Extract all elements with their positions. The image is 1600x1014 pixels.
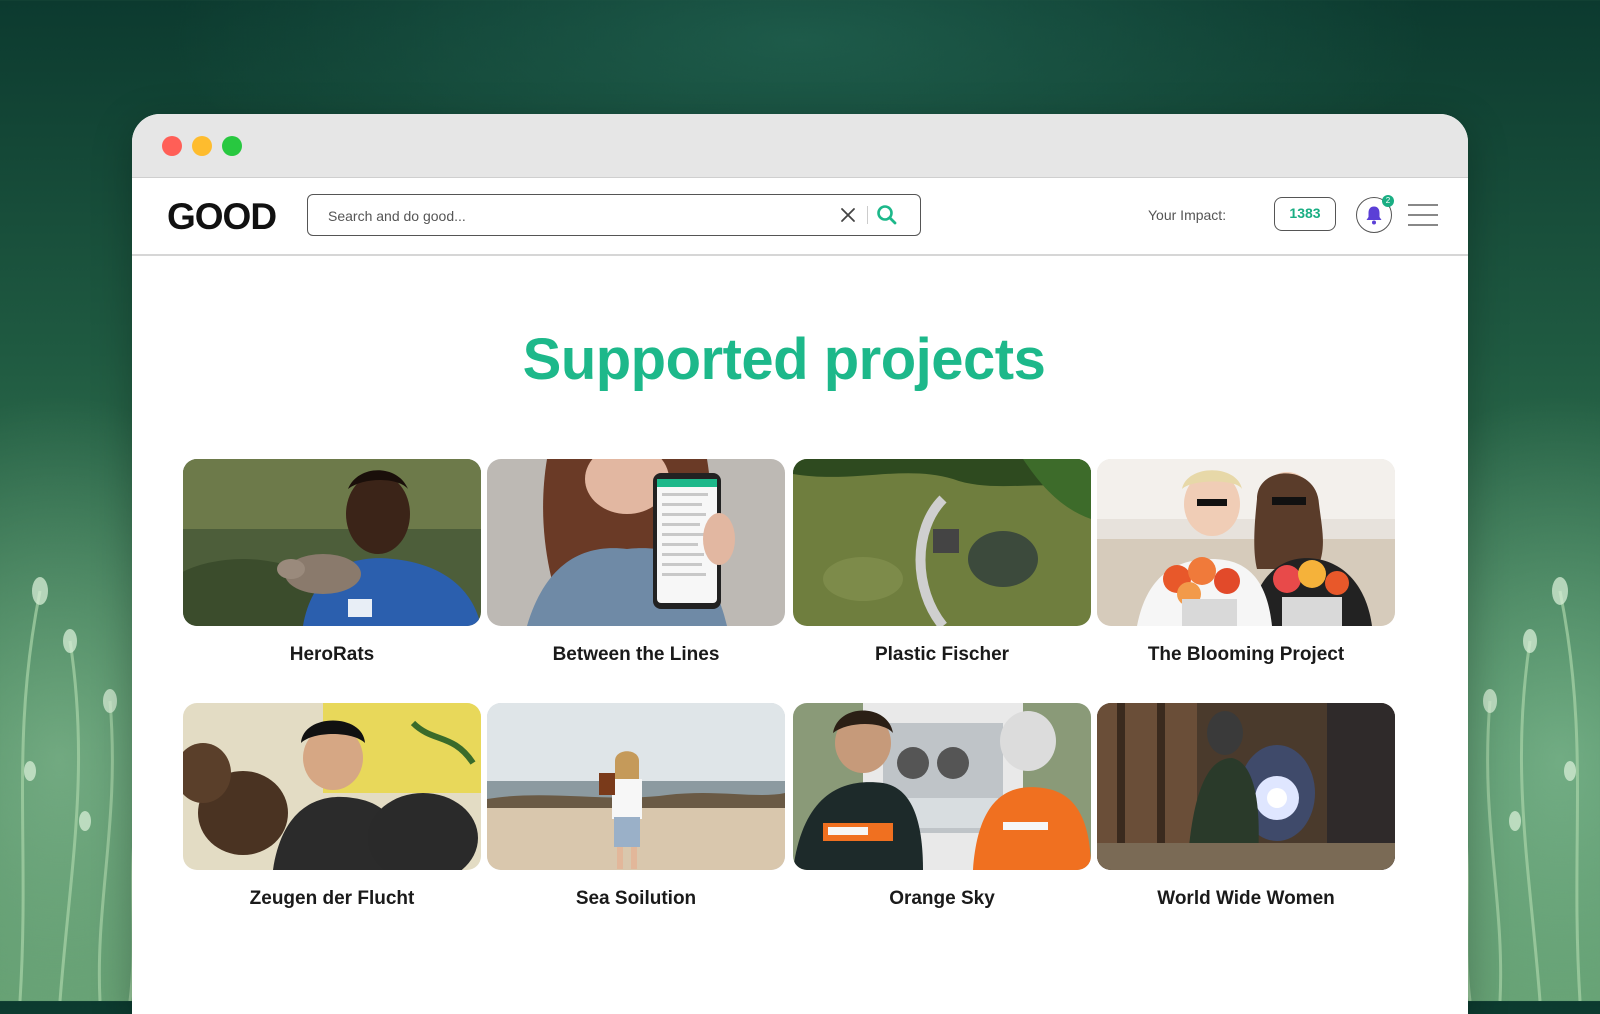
notification-count-badge: 2 <box>1382 195 1394 207</box>
project-name[interactable]: Plastic Fischer <box>793 644 1091 666</box>
page-title: Supported projects <box>522 327 1046 392</box>
project-card-between-the-lines[interactable]: Between the Lines <box>487 459 785 666</box>
project-name[interactable]: Zeugen der Flucht <box>183 888 481 910</box>
good-logo[interactable]: GOOD <box>167 197 277 237</box>
project-name[interactable]: Between the Lines <box>487 644 785 666</box>
project-name[interactable]: Sea Soilution <box>487 888 785 910</box>
project-name[interactable]: HeroRats <box>183 644 481 666</box>
project-image[interactable] <box>793 459 1091 626</box>
project-image[interactable] <box>1097 703 1395 870</box>
project-card-world-wide-women[interactable]: World Wide Women <box>1097 703 1395 910</box>
project-image[interactable] <box>793 703 1091 870</box>
search-icon[interactable] <box>876 204 898 226</box>
project-image[interactable] <box>183 459 481 626</box>
clear-icon[interactable] <box>840 207 856 223</box>
search-divider <box>867 206 868 224</box>
search-input[interactable] <box>326 203 810 229</box>
project-name[interactable]: The Blooming Project <box>1097 644 1395 666</box>
main-content: Supported projects HeroRats Between the … <box>132 256 1468 996</box>
window-title-bar <box>132 114 1468 178</box>
impact-label: Your Impact: <box>1148 207 1227 223</box>
project-name[interactable]: World Wide Women <box>1097 888 1395 910</box>
project-card-the-blooming-project[interactable]: The Blooming Project <box>1097 459 1395 666</box>
project-name[interactable]: Orange Sky <box>793 888 1091 910</box>
project-card-sea-soilution[interactable]: Sea Soilution <box>487 703 785 910</box>
hamburger-menu-icon[interactable] <box>1408 204 1438 228</box>
project-image[interactable] <box>487 459 785 626</box>
minimize-window-button[interactable] <box>192 136 212 156</box>
bell-icon <box>1366 206 1382 225</box>
notifications-button[interactable]: 2 <box>1356 195 1394 233</box>
project-card-zeugen-der-flucht[interactable]: Zeugen der Flucht <box>183 703 481 910</box>
app-header: GOOD Your Impact: 1383 2 <box>132 178 1468 256</box>
project-image[interactable] <box>487 703 785 870</box>
impact-score-badge[interactable]: 1383 <box>1274 197 1336 231</box>
close-window-button[interactable] <box>162 136 182 156</box>
project-card-orange-sky[interactable]: Orange Sky <box>793 703 1091 910</box>
maximize-window-button[interactable] <box>222 136 242 156</box>
project-image[interactable] <box>1097 459 1395 626</box>
project-image[interactable] <box>183 703 481 870</box>
project-card-herorats[interactable]: HeroRats <box>183 459 481 666</box>
search-bar <box>307 194 921 236</box>
project-card-plastic-fischer[interactable]: Plastic Fischer <box>793 459 1091 666</box>
browser-window: GOOD Your Impact: 1383 2 Supporte <box>132 114 1468 1014</box>
